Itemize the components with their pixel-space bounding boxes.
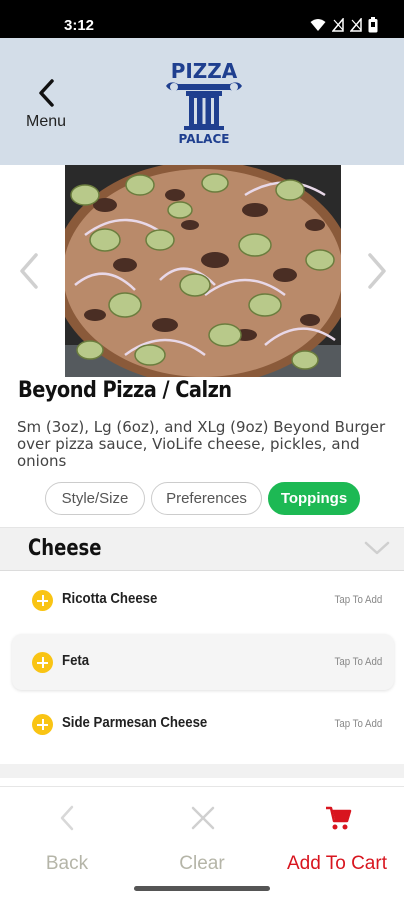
add-to-cart-button[interactable]: Add To Cart — [270, 787, 404, 887]
app-header: Menu PIZZA PALACE — [0, 38, 404, 165]
pizza-photo — [65, 165, 341, 377]
tap-to-add-hint: Tap To Add — [334, 656, 382, 668]
tab-style-size[interactable]: Style/Size — [45, 482, 145, 515]
status-icons — [310, 17, 378, 33]
item-description: Sm (3oz), Lg (6oz), and XLg (9oz) Beyond… — [17, 418, 386, 470]
option-row-ricotta[interactable]: Ricotta Cheese Tap To Add — [0, 572, 404, 628]
home-indicator[interactable] — [134, 886, 270, 891]
signal-icon — [332, 18, 344, 32]
menu-label: Menu — [25, 113, 67, 130]
add-to-cart-label: Add To Cart — [287, 853, 387, 874]
clear-button[interactable]: Clear — [135, 787, 269, 887]
pizza-palace-logo: PIZZA PALACE — [156, 58, 252, 146]
option-label: Side Parmesan Cheese — [62, 714, 208, 731]
option-row-side-parmesan[interactable]: Side Parmesan Cheese Tap To Add — [0, 696, 404, 752]
add-icon[interactable] — [32, 652, 53, 673]
chevron-left-icon — [39, 79, 54, 107]
close-icon — [191, 806, 215, 830]
option-label: Ricotta Cheese — [62, 590, 158, 607]
signal-icon-2 — [350, 18, 362, 32]
wifi-icon — [310, 19, 326, 31]
image-carousel[interactable] — [0, 165, 404, 377]
carousel-prev-icon[interactable] — [14, 251, 44, 291]
status-time: 3:12 — [64, 17, 95, 34]
option-label: Feta — [62, 652, 90, 669]
tab-preferences[interactable]: Preferences — [151, 482, 262, 515]
chevron-down-icon[interactable] — [364, 540, 390, 556]
back-label: Back — [45, 853, 89, 874]
status-bar: 3:12 — [0, 0, 404, 38]
svg-text:PIZZA: PIZZA — [171, 59, 238, 83]
clear-label: Clear — [179, 853, 225, 874]
menu-button[interactable]: Menu — [18, 78, 78, 136]
section-title: Cheese — [28, 536, 102, 561]
item-title: Beyond Pizza / Calzn — [18, 378, 232, 403]
svg-text:PALACE: PALACE — [179, 132, 230, 146]
carousel-next-icon[interactable] — [362, 251, 392, 291]
tap-to-add-hint: Tap To Add — [334, 718, 382, 730]
bottom-action-bar: Back Clear Add To Cart — [0, 786, 404, 886]
battery-icon — [368, 17, 378, 33]
tap-to-add-hint: Tap To Add — [334, 594, 382, 606]
back-button[interactable]: Back — [0, 787, 134, 887]
option-tabs: Style/Size Preferences Toppings — [45, 482, 360, 515]
add-icon[interactable] — [32, 714, 53, 735]
section-header-cheese[interactable]: Cheese — [0, 527, 404, 571]
cart-icon — [326, 806, 352, 830]
add-icon[interactable] — [32, 590, 53, 611]
chevron-left-icon — [60, 805, 74, 831]
next-section-peek — [0, 764, 404, 778]
tab-toppings[interactable]: Toppings — [268, 482, 360, 515]
option-row-feta[interactable]: Feta Tap To Add — [0, 634, 404, 690]
